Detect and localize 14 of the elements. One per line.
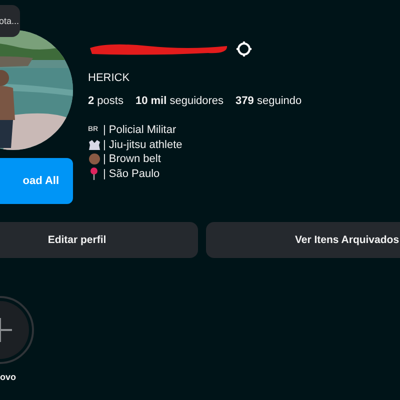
profile-name: HERICK <box>88 72 131 84</box>
profile-stat[interactable]: 379 seguindo <box>236 95 302 107</box>
edit-profile-button[interactable]: Editar perfil <box>0 222 198 258</box>
bio-line: | Policial Militar <box>103 123 176 138</box>
profile-stat[interactable]: 2 posts <box>88 95 124 107</box>
profile-stat[interactable]: 10 mil seguidores <box>135 95 224 107</box>
gi-icon <box>88 138 101 151</box>
archive-button[interactable]: Ver Itens Arquivados <box>206 222 400 258</box>
highlight-label: ovo <box>0 372 16 382</box>
bio-line: | São Paulo <box>103 166 160 181</box>
circle-icon <box>88 153 101 166</box>
settings-icon[interactable] <box>236 41 252 57</box>
bio-line: | Brown belt <box>103 152 161 166</box>
bio-line: | Jiu-jitsu athlete <box>103 138 182 152</box>
